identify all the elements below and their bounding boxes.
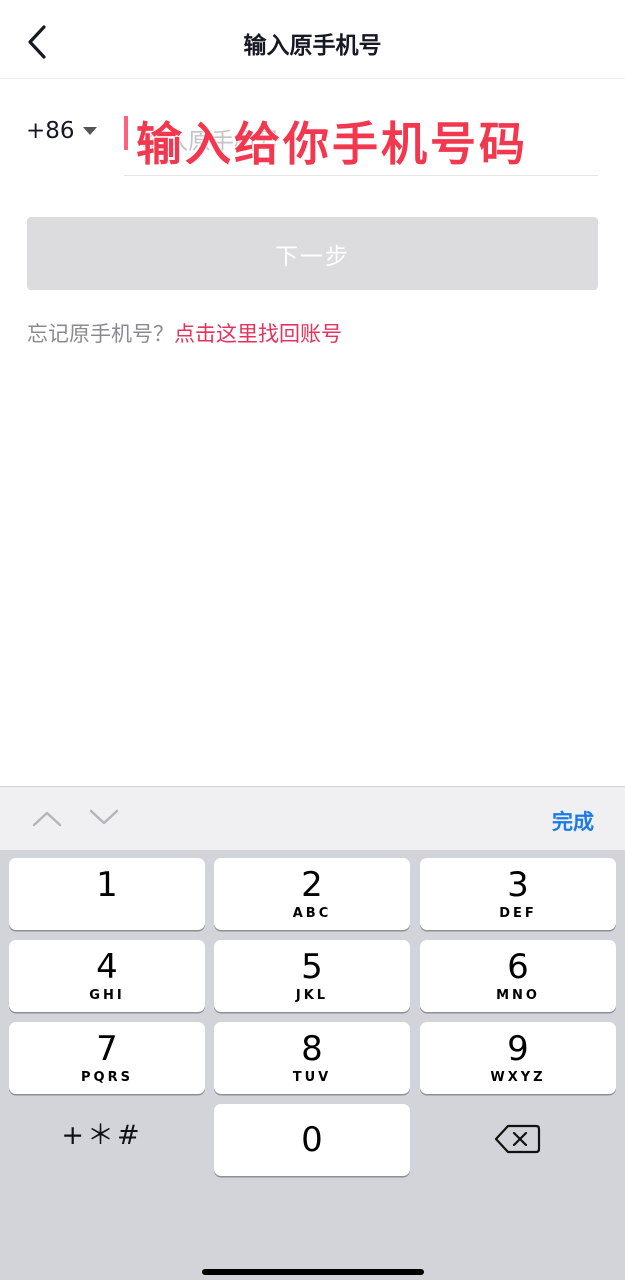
navigation-bar: 输入原手机号 (0, 0, 625, 79)
numeric-keypad: 1 2 ABC 3 DEF 4 GHI 5 JKL 6 MNO 7 PQRS 8… (0, 850, 625, 1280)
page-title: 输入原手机号 (243, 33, 382, 59)
phone-number-input[interactable] (124, 108, 598, 176)
key-1[interactable]: 1 (9, 858, 205, 930)
key-digit: 5 (301, 947, 323, 987)
backspace-icon (494, 1124, 541, 1154)
key-digit: 8 (301, 1029, 323, 1069)
key-digit: 3 (507, 865, 529, 905)
key-5[interactable]: 5 JKL (214, 940, 410, 1012)
phone-input-row: +86 输入给你手机号码 (0, 96, 625, 180)
text-caret (124, 116, 128, 150)
forgot-text: 忘记原手机号？ (27, 322, 174, 346)
keyboard-toolbar: 完成 (0, 786, 625, 850)
delete-key[interactable] (422, 1104, 618, 1176)
key-letters: MNO (496, 988, 540, 1003)
next-field-button[interactable] (87, 805, 121, 831)
symbols-label: +＊# (61, 1120, 143, 1151)
key-2[interactable]: 2 ABC (214, 858, 410, 930)
triangle-down-icon (82, 127, 97, 135)
key-4[interactable]: 4 GHI (9, 940, 205, 1012)
chevron-up-icon (32, 811, 62, 827)
key-letters: GHI (89, 988, 125, 1003)
key-6[interactable]: 6 MNO (420, 940, 616, 1012)
home-indicator[interactable] (202, 1269, 424, 1275)
previous-field-button[interactable] (30, 805, 64, 831)
key-digit: 0 (301, 1120, 323, 1160)
country-code-selector[interactable]: +86 (26, 118, 97, 144)
key-letters: ABC (292, 906, 332, 921)
key-letters: DEF (499, 906, 537, 921)
key-3[interactable]: 3 DEF (420, 858, 616, 930)
country-code-label: +86 (26, 118, 75, 144)
recover-account-link[interactable]: 点击这里找回账号 (174, 322, 342, 346)
key-letters: JKL (295, 988, 329, 1003)
key-8[interactable]: 8 TUV (214, 1022, 410, 1094)
key-digit: 4 (96, 947, 118, 987)
key-digit: 9 (507, 1029, 529, 1069)
key-7[interactable]: 7 PQRS (9, 1022, 205, 1094)
forgot-number-hint: 忘记原手机号？点击这里找回账号 (27, 318, 342, 348)
key-digit: 1 (96, 865, 118, 905)
done-button[interactable]: 完成 (552, 806, 594, 836)
key-digit: 7 (96, 1029, 118, 1069)
key-digit: 6 (507, 947, 529, 987)
key-letters: PQRS (81, 1070, 133, 1085)
key-0[interactable]: 0 (214, 1104, 410, 1176)
key-letters: WXYZ (490, 1070, 546, 1085)
key-9[interactable]: 9 WXYZ (420, 1022, 616, 1094)
symbols-key[interactable]: +＊# (4, 1100, 200, 1172)
chevron-down-icon (89, 809, 119, 825)
key-digit: 2 (301, 865, 323, 905)
key-letters: TUV (292, 1070, 332, 1085)
next-button[interactable]: 下一步 (27, 217, 598, 290)
